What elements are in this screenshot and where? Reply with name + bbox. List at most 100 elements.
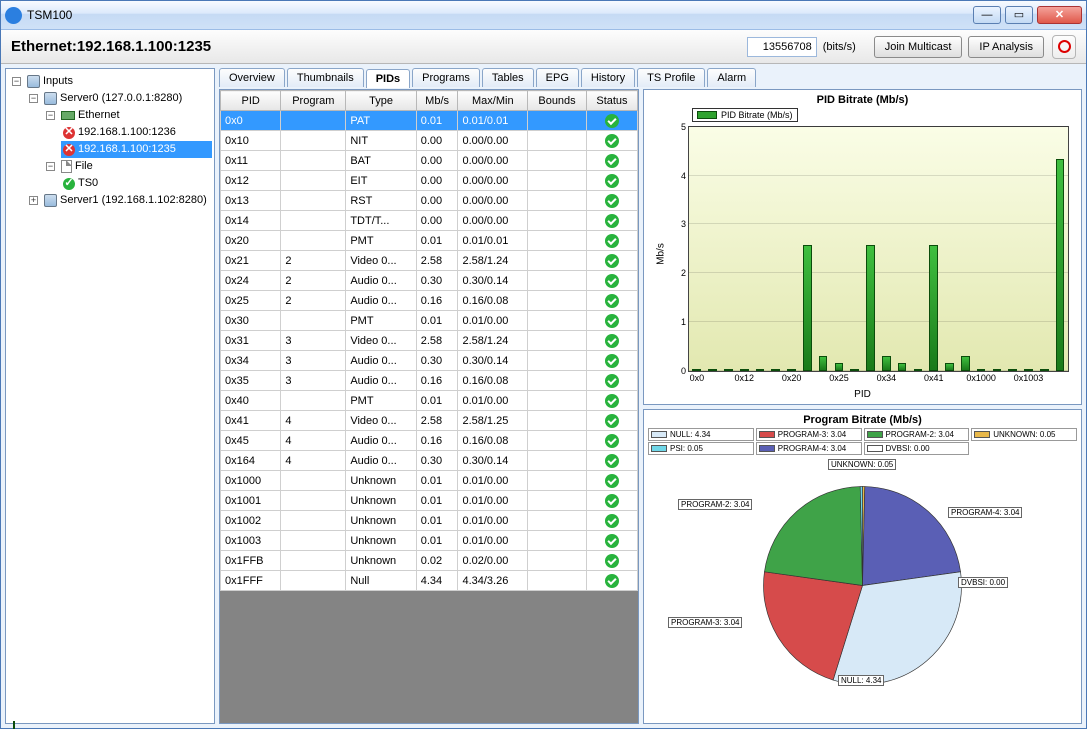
table-row[interactable]: 0x1001Unknown0.010.01/0.00 (221, 491, 638, 511)
pid-table[interactable]: PIDProgramTypeMb/sMax/MinBoundsStatus 0x… (220, 90, 638, 591)
tab-history[interactable]: History (581, 68, 635, 87)
table-row[interactable]: 0x12EIT0.000.00/0.00 (221, 171, 638, 191)
tab-programs[interactable]: Programs (412, 68, 480, 87)
titlebar[interactable]: TSM100 — ▭ ✕ (1, 1, 1086, 30)
tab-pids[interactable]: PIDs (366, 69, 410, 88)
column-header[interactable]: Max/Min (458, 91, 528, 111)
program-bitrate-chart: Program Bitrate (Mb/s) NULL: 4.34PROGRAM… (643, 409, 1082, 725)
cell-prog: 4 (281, 451, 346, 471)
cell-mm: 0.00/0.00 (458, 211, 528, 231)
cell-prog (281, 211, 346, 231)
bar (756, 369, 765, 371)
bar (850, 369, 859, 371)
tab-overview[interactable]: Overview (219, 68, 285, 87)
tree-stream-error[interactable]: ✕192.168.1.100:1236 (61, 124, 212, 141)
minimize-button[interactable]: — (973, 6, 1001, 24)
table-row[interactable]: 0x10NIT0.000.00/0.00 (221, 131, 638, 151)
record-button[interactable] (1052, 35, 1076, 59)
cell-type: NIT (346, 131, 416, 151)
cell-mbs: 0.01 (416, 511, 458, 531)
tab-thumbnails[interactable]: Thumbnails (287, 68, 364, 87)
table-row[interactable]: 0x454Audio 0...0.160.16/0.08 (221, 431, 638, 451)
bar (945, 363, 954, 371)
legend-item: PSI: 0.05 (648, 442, 754, 455)
column-header[interactable]: Type (346, 91, 416, 111)
tab-alarm[interactable]: Alarm (707, 68, 756, 87)
cell-bounds (528, 191, 587, 211)
collapse-icon[interactable]: − (12, 77, 21, 86)
bar (961, 356, 970, 371)
cell-type: PMT (346, 391, 416, 411)
table-row[interactable]: 0x1FFBUnknown0.020.02/0.00 (221, 551, 638, 571)
tab-ts-profile[interactable]: TS Profile (637, 68, 705, 87)
table-row[interactable]: 0x40PMT0.010.01/0.00 (221, 391, 638, 411)
tab-epg[interactable]: EPG (536, 68, 579, 87)
column-header[interactable]: PID (221, 91, 281, 111)
table-row[interactable]: 0x414Video 0...2.582.58/1.25 (221, 411, 638, 431)
bar (724, 369, 733, 371)
cell-mbs: 0.01 (416, 471, 458, 491)
legend-item: PROGRAM-3: 3.04 (756, 428, 862, 441)
status-ok-icon (605, 274, 619, 288)
collapse-icon[interactable]: − (46, 162, 55, 171)
tree-stream-selected[interactable]: ✕192.168.1.100:1235 (61, 141, 212, 158)
table-row[interactable]: 0x212Video 0...2.582.58/1.24 (221, 251, 638, 271)
tree-server0[interactable]: −Server0 (127.0.0.1:8280) (27, 90, 212, 107)
table-row[interactable]: 0x1002Unknown0.010.01/0.00 (221, 511, 638, 531)
table-row[interactable]: 0x14TDT/T...0.000.00/0.00 (221, 211, 638, 231)
status-ok-icon (605, 434, 619, 448)
join-multicast-button[interactable]: Join Multicast (874, 36, 963, 58)
table-row[interactable]: 0x353Audio 0...0.160.16/0.08 (221, 371, 638, 391)
table-row[interactable]: 0x1FFFNull4.344.34/3.26 (221, 571, 638, 591)
cell-status (586, 531, 637, 551)
tree-file[interactable]: −File (44, 158, 212, 175)
table-row[interactable]: 0x11BAT0.000.00/0.00 (221, 151, 638, 171)
status-ok-icon (605, 454, 619, 468)
table-row[interactable]: 0x343Audio 0...0.300.30/0.14 (221, 351, 638, 371)
bar (787, 369, 796, 371)
cell-bounds (528, 251, 587, 271)
tab-tables[interactable]: Tables (482, 68, 534, 87)
cell-bounds (528, 531, 587, 551)
tree-server1[interactable]: +Server1 (192.168.1.102:8280) (27, 192, 212, 209)
tree-ts0[interactable]: ✓TS0 (61, 175, 212, 192)
table-row[interactable]: 0x13RST0.000.00/0.00 (221, 191, 638, 211)
table-row[interactable]: 0x242Audio 0...0.300.30/0.14 (221, 271, 638, 291)
column-header[interactable]: Bounds (528, 91, 587, 111)
inputs-icon (27, 75, 40, 88)
table-row[interactable]: 0x20PMT0.010.01/0.01 (221, 231, 638, 251)
table-row[interactable]: 0x0PAT0.010.01/0.01 (221, 111, 638, 131)
bar (1008, 369, 1017, 371)
table-row[interactable]: 0x313Video 0...2.582.58/1.24 (221, 331, 638, 351)
cell-status (586, 271, 637, 291)
status-ok-icon (605, 174, 619, 188)
bar (819, 356, 828, 371)
tree-root[interactable]: −Inputs (10, 73, 212, 90)
ip-analysis-button[interactable]: IP Analysis (968, 36, 1044, 58)
cell-pid: 0x24 (221, 271, 281, 291)
app-icon (5, 7, 22, 24)
bitrate-input[interactable] (747, 37, 817, 57)
collapse-icon[interactable]: − (46, 111, 55, 120)
cell-prog: 3 (281, 331, 346, 351)
cell-type: Audio 0... (346, 351, 416, 371)
cell-prog: 3 (281, 351, 346, 371)
table-row[interactable]: 0x1000Unknown0.010.01/0.00 (221, 471, 638, 491)
table-row[interactable]: 0x1644Audio 0...0.300.30/0.14 (221, 451, 638, 471)
column-header[interactable]: Mb/s (416, 91, 458, 111)
bar (898, 363, 907, 371)
table-row[interactable]: 0x252Audio 0...0.160.16/0.08 (221, 291, 638, 311)
table-row[interactable]: 0x30PMT0.010.01/0.00 (221, 311, 638, 331)
table-row[interactable]: 0x1003Unknown0.010.01/0.00 (221, 531, 638, 551)
inputs-tree[interactable]: −Inputs −Server0 (127.0.0.1:8280) −Ether… (5, 68, 215, 724)
cell-bounds (528, 451, 587, 471)
column-header[interactable]: Program (281, 91, 346, 111)
collapse-icon[interactable]: − (29, 94, 38, 103)
expand-icon[interactable]: + (29, 196, 38, 205)
bar (914, 369, 923, 371)
tree-ethernet[interactable]: −Ethernet (44, 107, 212, 124)
maximize-button[interactable]: ▭ (1005, 6, 1033, 24)
column-header[interactable]: Status (586, 91, 637, 111)
close-button[interactable]: ✕ (1037, 6, 1082, 24)
pie-annotation: DVBSI: 0.00 (958, 577, 1008, 588)
